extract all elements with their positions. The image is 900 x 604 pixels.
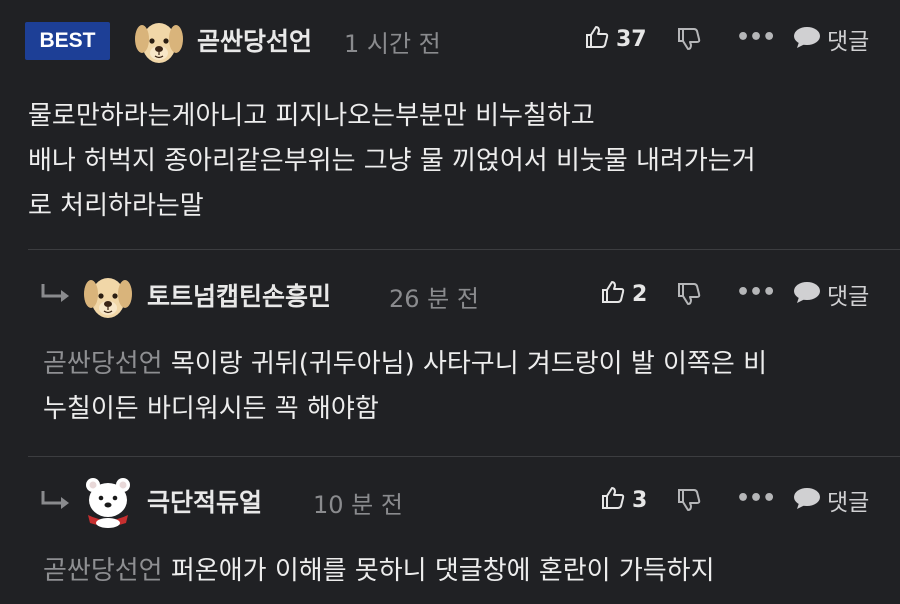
puppy-avatar-icon[interactable] [80,268,136,324]
comment-time: 26 분 전 [389,285,479,313]
reply-arrow-icon [40,282,74,306]
reply-label: 댓글 [827,490,870,516]
thumbs-up-icon [584,24,610,54]
dislike-button[interactable] [676,281,704,309]
comment-header: BEST 곧싼당선언 1 시간 전 37 ••• 댓글 [0,0,900,70]
comment-line-text: 퍼온애가 이해를 못하니 댓글창에 혼란이 가득하지 [170,556,715,586]
thumbs-down-icon [676,28,702,56]
best-badge: BEST [25,22,110,60]
comment-line: 물로만하라는게아니고 피지나오는부분만 비누칠하고 [28,101,595,131]
reply-button[interactable]: 댓글 [793,279,870,310]
comment-body: 물로만하라는게아니고 피지나오는부분만 비누칠하고 배나 허벅지 종아리같은부위… [28,94,756,229]
like-button[interactable]: 37 [584,23,647,55]
comment-nickname[interactable]: 곧싼당선언 [197,22,312,58]
reply-button[interactable]: 댓글 [793,24,870,55]
thumbs-up-icon [600,485,626,515]
reply-button[interactable]: 댓글 [793,485,870,516]
like-count: 2 [632,281,648,307]
like-count: 3 [632,487,648,513]
more-button[interactable]: ••• [736,486,776,511]
dislike-button[interactable] [676,26,704,54]
comment-line: 배나 허벅지 종아리같은부위는 그냥 물 끼얹어서 비눗물 내려가는거 [28,146,756,176]
comment-line-text: 목이랑 귀뒤(귀두아님) 사타구니 겨드랑이 발 이쪽은 비 [170,349,767,379]
like-button[interactable]: 3 [600,484,647,516]
comment-nickname[interactable]: 토트넘캡틴손흥민 [147,277,331,313]
comment-body: 곧싼당선언 퍼온애가 이해를 못하니 댓글창에 혼란이 가득하지 [43,549,715,594]
reply-label: 댓글 [827,284,870,310]
speech-bubble-icon [793,486,821,514]
comment-body: 곧싼당선언 목이랑 귀뒤(귀두아님) 사타구니 겨드랑이 발 이쪽은 비 누칠이… [43,342,767,432]
dislike-button[interactable] [676,487,704,515]
comment-line: 곧싼당선언 퍼온애가 이해를 못하니 댓글창에 혼란이 가득하지 [43,549,715,594]
more-button[interactable]: ••• [736,25,776,50]
comment-time: 1 시간 전 [344,30,441,58]
comment-line: 곧싼당선언 목이랑 귀뒤(귀두아님) 사타구니 겨드랑이 발 이쪽은 비 [43,342,767,387]
more-button[interactable]: ••• [736,280,776,305]
polar-bear-avatar-icon[interactable] [80,473,136,529]
comment-nickname[interactable]: 극단적듀얼 [147,483,262,519]
thumbs-down-icon [676,489,702,517]
reply-arrow-icon [40,489,74,513]
thumbs-down-icon [676,283,702,311]
speech-bubble-icon [793,25,821,53]
comment-best: BEST 곧싼당선언 1 시간 전 37 ••• 댓글 물로만하라는게아니고 피… [0,0,900,249]
like-count: 37 [616,26,647,52]
reply-label: 댓글 [827,29,870,55]
comment-header: 극단적듀얼 10 분 전 3 ••• 댓글 [0,457,900,529]
thumbs-up-icon [600,279,626,309]
mention-tag[interactable]: 곧싼당선언 [43,349,163,379]
mention-tag[interactable]: 곧싼당선언 [43,556,163,586]
comment-reply: 토트넘캡틴손흥민 26 분 전 2 ••• 댓글 곧싼당선언 목이랑 귀뒤(귀두… [0,250,900,456]
comment-header: 토트넘캡틴손흥민 26 분 전 2 ••• 댓글 [0,250,900,320]
comment-line: 누칠이든 바디워시든 꼭 해야함 [43,394,379,424]
puppy-avatar-icon[interactable] [131,13,187,69]
comment-time: 10 분 전 [313,491,403,519]
comment-reply: 극단적듀얼 10 분 전 3 ••• 댓글 곧싼당선언 퍼온애가 이해를 못하니… [0,457,900,604]
comment-line: 로 처리하라는말 [28,191,204,221]
like-button[interactable]: 2 [600,278,647,310]
speech-bubble-icon [793,280,821,308]
